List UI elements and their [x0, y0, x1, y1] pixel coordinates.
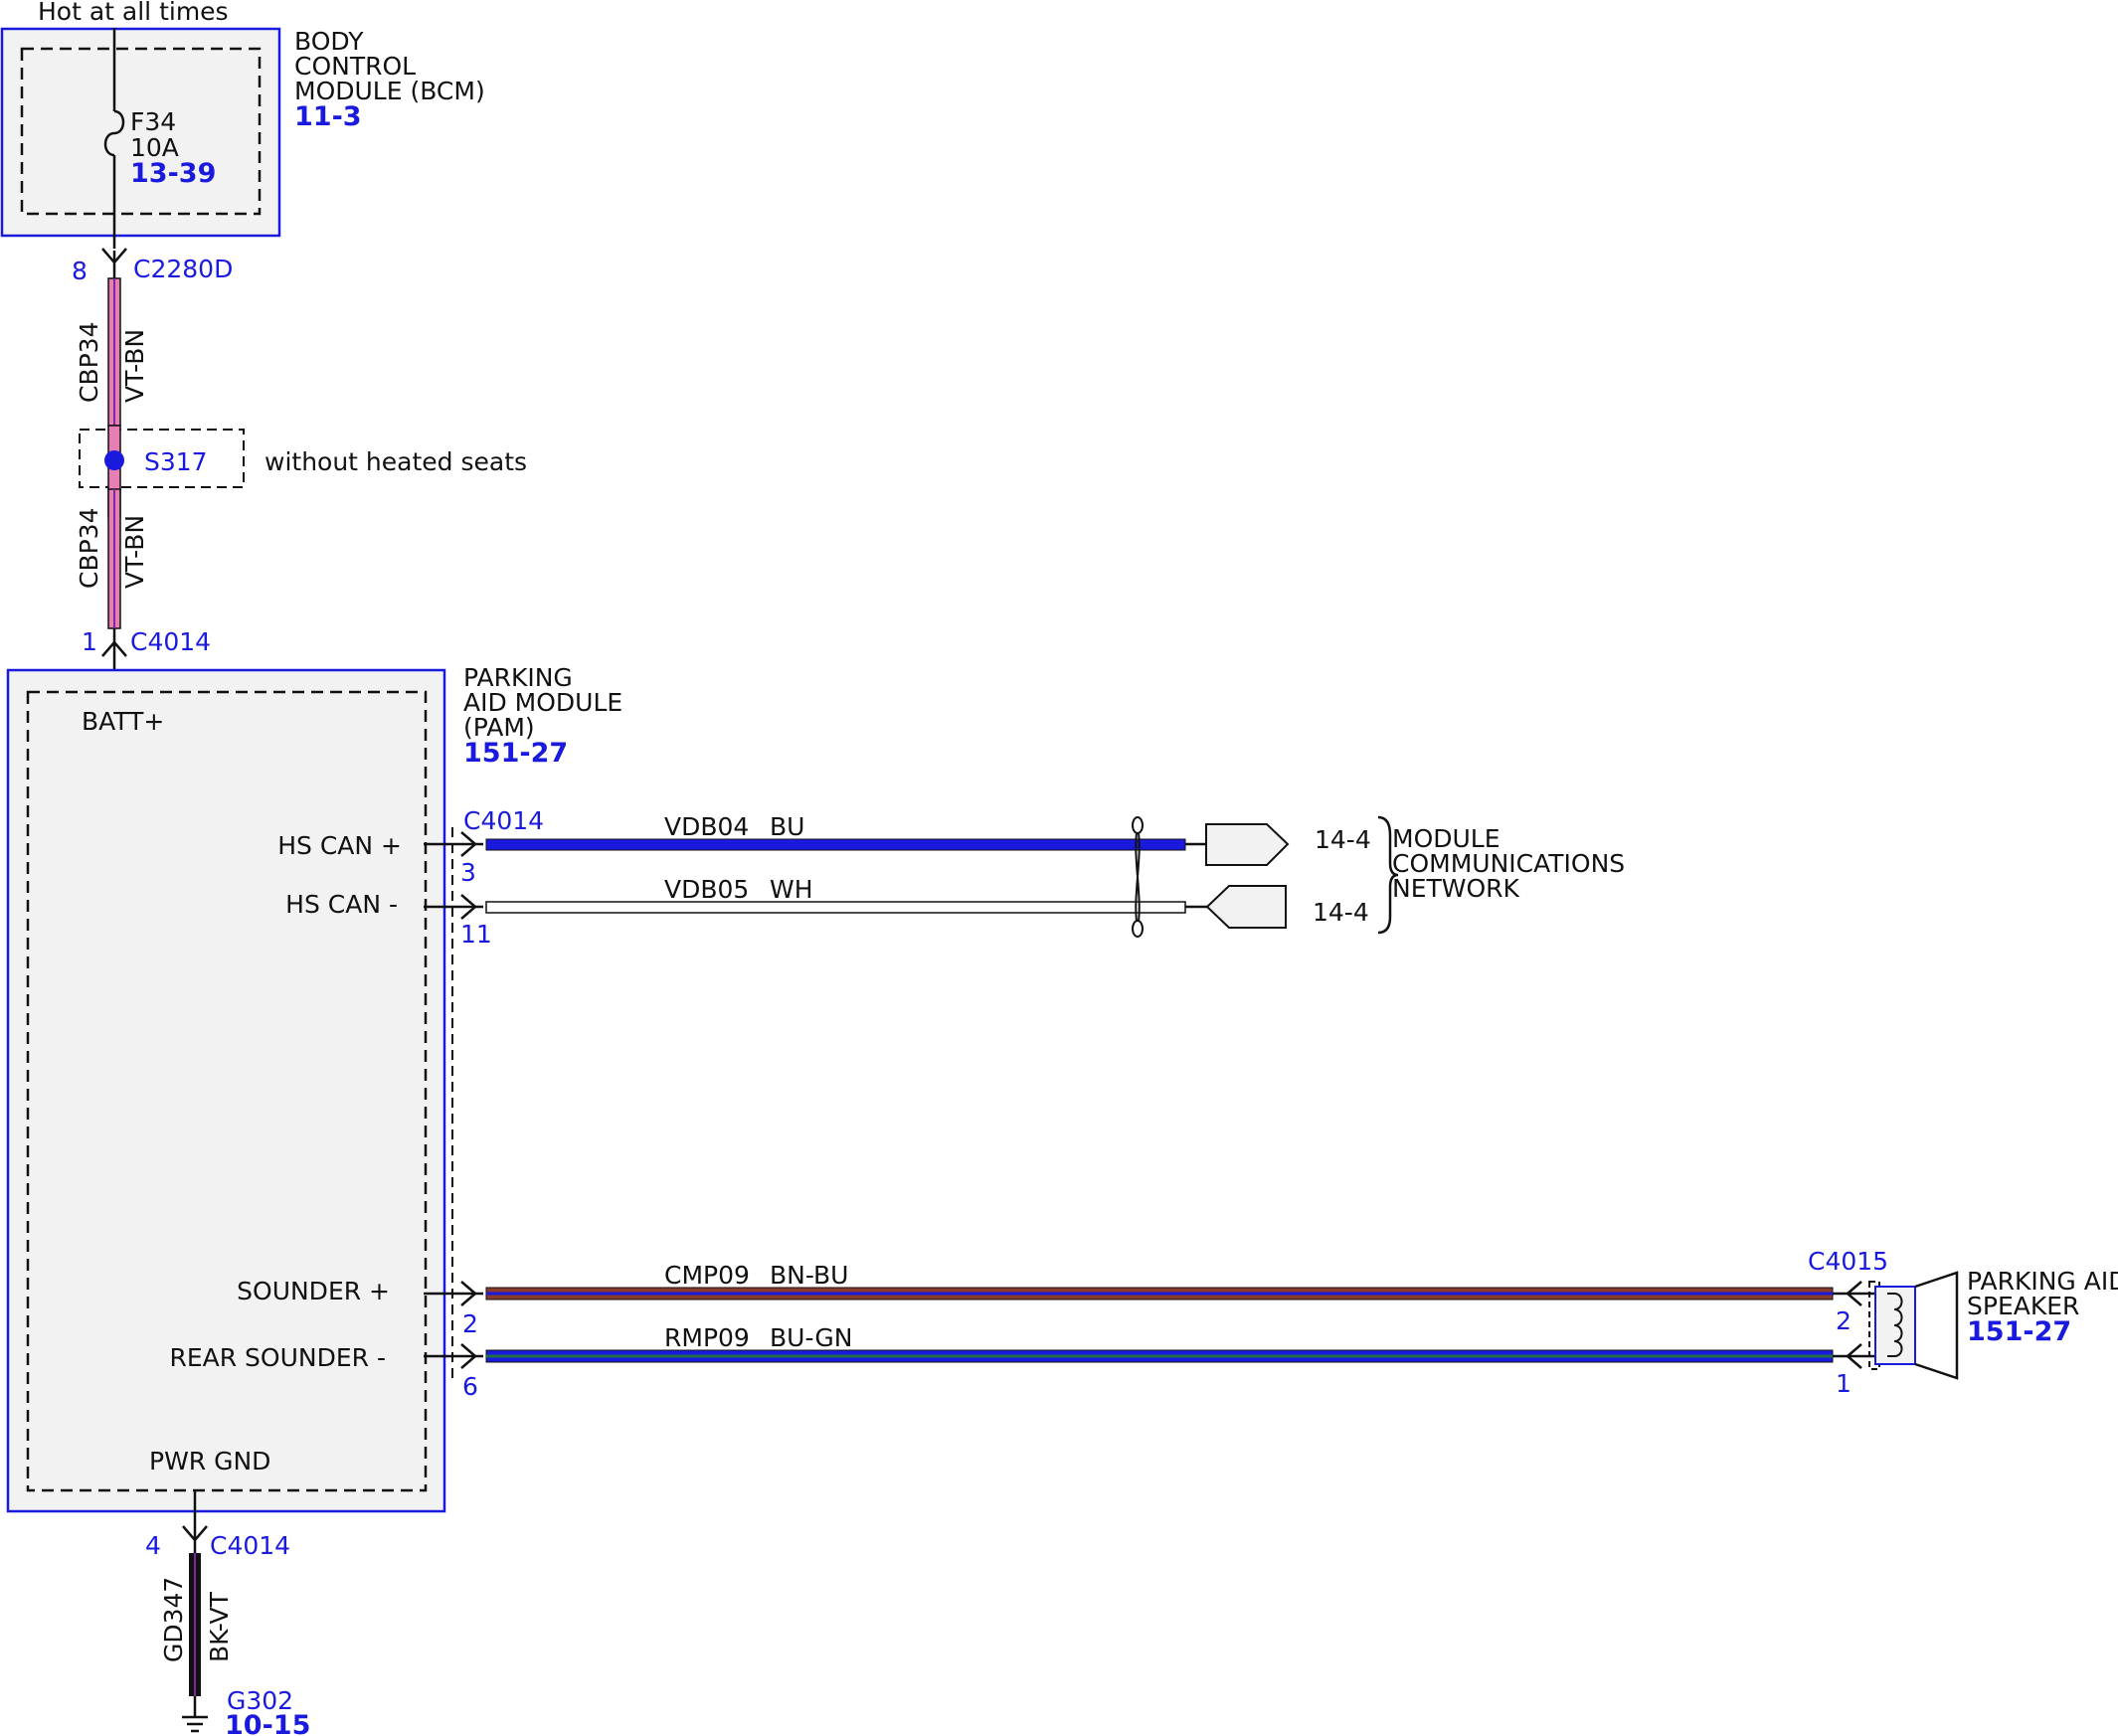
splice-note: without heated seats [265, 447, 527, 476]
cbp34-lower-color: VT-BN [120, 515, 149, 589]
c4014-pin4-number: 4 [145, 1531, 161, 1560]
vdb05-color: WH [770, 875, 813, 904]
cbp34-upper-circuit: CBP34 [75, 322, 103, 404]
speaker-connector-label[interactable]: C4015 [1808, 1247, 1888, 1276]
vdb04-circuit: VDB04 [664, 812, 749, 841]
network-line3: NETWORK [1392, 874, 1520, 903]
gd347-color: BK-VT [205, 1591, 234, 1662]
wire-gd347[interactable] [189, 1553, 201, 1696]
cmp09-color: BN-BU [770, 1261, 848, 1290]
c2280d-pin: 8 [72, 257, 88, 285]
vdb05-page-ref[interactable]: 14-4 [1313, 898, 1369, 927]
c4014-pin1-number: 1 [82, 627, 97, 656]
ground-symbol-icon[interactable] [182, 1696, 208, 1733]
cbp34-lower-circuit: CBP34 [75, 508, 103, 590]
supply-label: Hot at all times [38, 0, 229, 26]
wire-vdb05[interactable] [485, 901, 1186, 914]
speaker-ref-link[interactable]: 151-27 [1967, 1316, 2071, 1347]
vdb04-page-ref[interactable]: 14-4 [1315, 825, 1371, 854]
splice-s317-label[interactable]: S317 [144, 447, 208, 476]
pam-pin-number-11: 11 [460, 920, 492, 949]
vdb05-circuit: VDB05 [664, 875, 749, 904]
splice-s317-dot[interactable] [104, 450, 124, 470]
rmp09-circuit: RMP09 [664, 1323, 750, 1352]
vdb05-in-arrow[interactable] [1205, 885, 1287, 929]
pam-pin-label-hs-can-minus: HS CAN - [285, 890, 398, 919]
pam-module-box [6, 668, 446, 1513]
wire-cbp34-lower[interactable] [107, 488, 121, 629]
rmp09-color: BU-GN [770, 1323, 852, 1352]
gd347-circuit: GD347 [159, 1577, 188, 1662]
vdb04-color: BU [770, 812, 804, 841]
pam-batt-label: BATT+ [82, 707, 164, 736]
pam-pin-number-3: 3 [460, 858, 476, 887]
pam-pin-number-2: 2 [462, 1309, 478, 1338]
parking-aid-speaker[interactable] [1868, 1271, 1959, 1380]
c4014-pin4-label[interactable]: C4014 [210, 1531, 290, 1560]
pam-pin-label-hs-can-plus: HS CAN + [277, 831, 402, 860]
ground-ref-link[interactable]: 10-15 [225, 1710, 310, 1736]
pam-module[interactable] [6, 668, 446, 1513]
speaker-cone-icon [1914, 1271, 1959, 1380]
pam-connector-label[interactable]: C4014 [463, 806, 544, 835]
twisted-pair-symbol [1132, 816, 1144, 938]
wiring-diagram: Hot at all times BODY CONTROL MODULE (BC… [0, 0, 2118, 1736]
wire-cbp34-upper[interactable] [107, 277, 121, 427]
bcm-ref-link[interactable]: 11-3 [294, 101, 362, 132]
pam-pin-label-rear-sounder-minus: REAR SOUNDER - [169, 1343, 386, 1372]
wire-vdb04[interactable] [485, 838, 1186, 851]
pam-pin-label-sounder-plus: SOUNDER + [237, 1277, 390, 1305]
pam-pwr-gnd-label: PWR GND [149, 1447, 270, 1476]
vdb04-out-arrow[interactable] [1205, 823, 1290, 866]
fuse-ref-link[interactable]: 13-39 [130, 158, 216, 189]
pam-ref-link[interactable]: 151-27 [463, 738, 568, 769]
cmp09-circuit: CMP09 [664, 1261, 750, 1290]
speaker-pin2-number: 2 [1836, 1306, 1852, 1335]
c4014-pin1-label[interactable]: C4014 [130, 627, 211, 656]
fuse-name: F34 [130, 107, 176, 136]
speaker-pin1-number: 1 [1836, 1369, 1852, 1398]
pam-pin-number-6: 6 [462, 1372, 478, 1401]
c2280d-label[interactable]: C2280D [133, 255, 233, 283]
cbp34-upper-color: VT-BN [120, 329, 149, 403]
